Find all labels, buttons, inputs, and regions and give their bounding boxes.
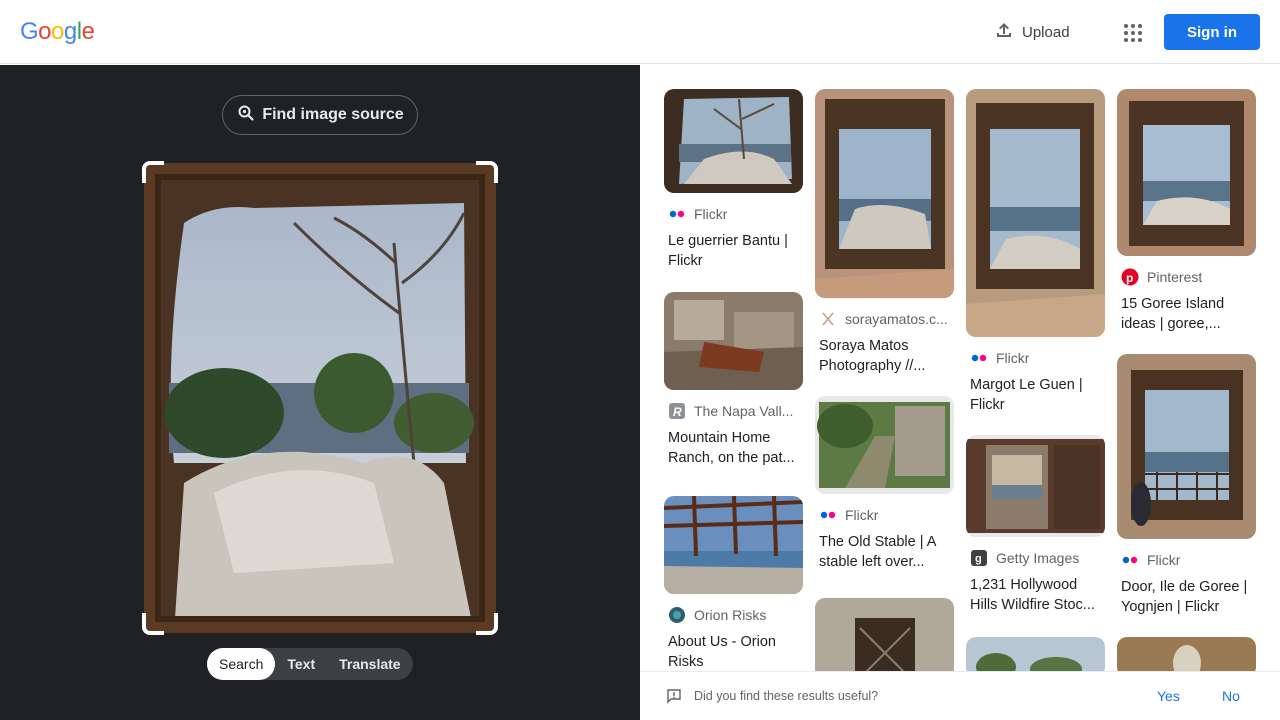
- result-card[interactable]: [966, 637, 1105, 671]
- header: Google Upload Sign in: [0, 0, 1280, 64]
- find-image-source-label: Find image source: [262, 106, 404, 123]
- result-card[interactable]: Flickr Door, Ile de Goree | Yognjen | Fl…: [1117, 354, 1256, 617]
- flickr-icon: [668, 205, 686, 223]
- feedback-icon: [666, 688, 682, 709]
- result-source[interactable]: Orion Risks: [668, 606, 800, 624]
- result-title[interactable]: Le guerrier Bantu | Flickr: [668, 231, 802, 271]
- upload-icon: [994, 20, 1014, 44]
- orion-risks-icon: [668, 606, 686, 624]
- tab-text[interactable]: Text: [275, 648, 327, 680]
- flickr-icon: [819, 506, 837, 524]
- result-source[interactable]: g Getty Images: [970, 549, 1102, 567]
- result-card[interactable]: p Pinterest 15 Goree Island ideas | gore…: [1117, 89, 1256, 334]
- result-source-name: Pinterest: [1147, 269, 1203, 285]
- result-source-name: sorayamatos.c...: [845, 311, 948, 327]
- feedback-no-button[interactable]: No: [1222, 688, 1240, 704]
- result-source-name: Orion Risks: [694, 607, 767, 623]
- apps-grid-icon[interactable]: [1116, 16, 1148, 48]
- logo-letter: o: [38, 18, 52, 45]
- result-thumbnail[interactable]: [966, 435, 1105, 537]
- logo-letter: g: [63, 18, 77, 45]
- result-card[interactable]: sorayamatos.c... Soraya Matos Photograph…: [815, 89, 954, 376]
- result-thumbnail[interactable]: [815, 396, 954, 494]
- result-source-name: Flickr: [694, 206, 728, 222]
- result-card[interactable]: [815, 598, 954, 671]
- result-thumbnail[interactable]: [966, 89, 1105, 337]
- upload-button[interactable]: Upload: [984, 14, 1080, 50]
- result-title[interactable]: Margot Le Guen | Flickr: [970, 375, 1104, 415]
- result-source-name: Flickr: [996, 350, 1030, 366]
- flickr-icon: [970, 349, 988, 367]
- result-thumbnail[interactable]: [1117, 637, 1256, 671]
- napa-valley-icon: R: [668, 402, 686, 420]
- result-card[interactable]: [1117, 637, 1256, 671]
- logo-letter: e: [81, 18, 95, 45]
- result-source[interactable]: R The Napa Vall...: [668, 402, 800, 420]
- result-thumbnail[interactable]: [664, 496, 803, 594]
- svg-text:R: R: [673, 405, 682, 419]
- feedback-yes-button[interactable]: Yes: [1157, 688, 1180, 704]
- result-title[interactable]: Soraya Matos Photography //...: [819, 336, 953, 376]
- sorayamatos-icon: [819, 310, 837, 328]
- logo-letter: o: [51, 18, 64, 45]
- svg-text:p: p: [1126, 271, 1133, 285]
- result-title[interactable]: The Old Stable | A stable left over...: [819, 532, 953, 572]
- result-source-name: Getty Images: [996, 550, 1080, 566]
- find-image-source-button[interactable]: Find image source: [222, 95, 418, 135]
- feedback-question: Did you find these results useful?: [694, 689, 879, 703]
- result-source-name: The Napa Vall...: [694, 403, 794, 419]
- result-card[interactable]: Flickr The Old Stable | A stable left ov…: [815, 396, 954, 572]
- result-thumbnail[interactable]: [966, 637, 1105, 671]
- crop-handle-top-left[interactable]: [142, 161, 164, 183]
- result-title[interactable]: About Us - Orion Risks: [668, 632, 802, 671]
- pinterest-icon: p: [1121, 268, 1139, 286]
- upload-label: Upload: [1022, 23, 1070, 41]
- tab-translate[interactable]: Translate: [327, 648, 412, 680]
- result-thumbnail[interactable]: [1117, 354, 1256, 539]
- flickr-icon: [1121, 551, 1139, 569]
- result-card[interactable]: g Getty Images 1,231 Hollywood Hills Wil…: [966, 435, 1105, 615]
- query-image-pane: Find image source Search Text Translate: [0, 65, 640, 720]
- result-source[interactable]: sorayamatos.c...: [819, 310, 951, 328]
- result-card[interactable]: R The Napa Vall... Mountain Home Ranch, …: [664, 292, 803, 468]
- result-title[interactable]: Mountain Home Ranch, on the pat...: [668, 428, 802, 468]
- result-source[interactable]: Flickr: [1121, 551, 1253, 569]
- result-card[interactable]: Flickr Le guerrier Bantu | Flickr: [664, 89, 803, 271]
- crop-handle-top-right[interactable]: [476, 161, 498, 183]
- query-image[interactable]: [144, 163, 496, 633]
- sign-in-button[interactable]: Sign in: [1164, 14, 1260, 50]
- feedback-bar: Did you find these results useful? Yes N…: [640, 671, 1280, 720]
- result-thumbnail[interactable]: [664, 292, 803, 390]
- svg-text:g: g: [975, 553, 982, 565]
- lens-mode-tabs: Search Text Translate: [207, 648, 413, 680]
- crop-handle-bottom-right[interactable]: [476, 613, 498, 635]
- logo-letter: G: [20, 18, 39, 45]
- tab-search[interactable]: Search: [207, 648, 276, 680]
- result-thumbnail[interactable]: [664, 89, 803, 193]
- result-thumbnail[interactable]: [815, 598, 954, 671]
- result-thumbnail[interactable]: [815, 89, 954, 298]
- result-source-name: Flickr: [1147, 552, 1181, 568]
- result-source[interactable]: Flickr: [819, 506, 951, 524]
- result-card[interactable]: Orion Risks About Us - Orion Risks: [664, 496, 803, 671]
- result-title[interactable]: Door, Ile de Goree | Yognjen | Flickr: [1121, 577, 1255, 617]
- result-card[interactable]: Flickr Margot Le Guen | Flickr: [966, 89, 1105, 415]
- result-source-name: Flickr: [845, 507, 879, 523]
- result-thumbnail[interactable]: [1117, 89, 1256, 256]
- result-source[interactable]: p Pinterest: [1121, 268, 1253, 286]
- result-source[interactable]: Flickr: [668, 205, 800, 223]
- crop-handle-bottom-left[interactable]: [142, 613, 164, 635]
- result-source[interactable]: Flickr: [970, 349, 1102, 367]
- result-title[interactable]: 15 Goree Island ideas | goree,...: [1121, 294, 1255, 334]
- getty-images-icon: g: [970, 549, 988, 567]
- result-title[interactable]: 1,231 Hollywood Hills Wildfire Stoc...: [970, 575, 1104, 615]
- visual-matches-grid: Flickr Le guerrier Bantu | Flickr R The …: [640, 65, 1280, 671]
- google-logo[interactable]: Google: [20, 18, 95, 46]
- lens-search-icon: [236, 103, 256, 128]
